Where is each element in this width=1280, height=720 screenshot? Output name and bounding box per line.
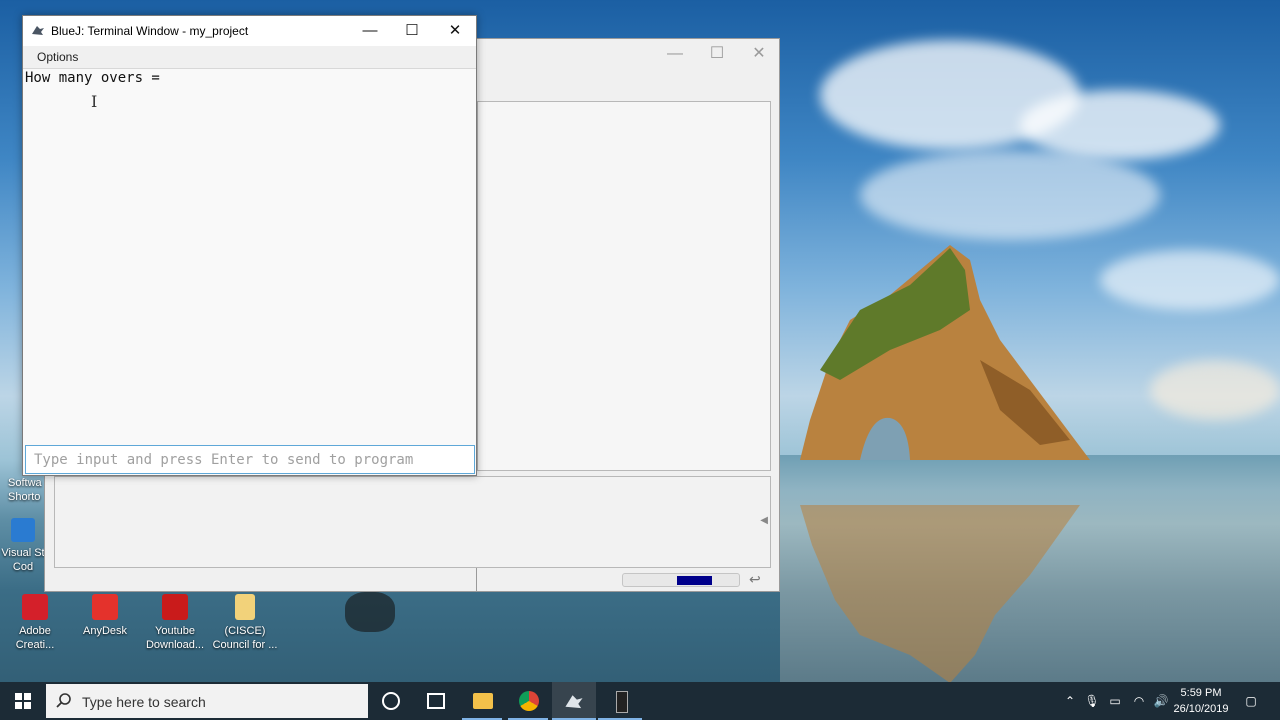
maximize-button[interactable]: ☐ — [697, 43, 737, 65]
chrome-icon[interactable] — [516, 688, 542, 714]
text-cursor-icon: I — [91, 92, 98, 111]
desktop-icon-youtube-downloader[interactable]: Youtube Download... — [140, 594, 210, 652]
object-bench[interactable]: ◀ — [54, 476, 771, 568]
machine-progress-bar — [622, 573, 740, 587]
file-explorer-icon[interactable] — [470, 688, 496, 714]
reset-machine-icon[interactable]: ↩ — [749, 571, 765, 587]
search-icon — [56, 693, 71, 708]
close-button[interactable]: ✕ — [433, 16, 477, 46]
vscode-icon — [11, 518, 35, 542]
clock-date: 26/10/2019 — [1173, 703, 1229, 715]
taskbar: Type here to search ⌃ 🎙 ▭ ◠ 🔊 5:59 PM 26… — [0, 682, 1280, 720]
menu-bar: Options — [23, 46, 476, 69]
terminal-window[interactable]: BlueJ: Terminal Window - my_project — ☐ … — [22, 15, 477, 476]
close-button[interactable]: ✕ — [739, 43, 779, 65]
terminal-input-field[interactable] — [25, 445, 475, 474]
vscode-desktop-icon[interactable]: Visual St Cod — [0, 518, 46, 574]
wifi-icon[interactable]: ◠ — [1128, 682, 1150, 720]
search-placeholder: Type here to search — [82, 694, 206, 710]
cortana-icon[interactable] — [378, 688, 404, 714]
minimize-button[interactable]: — — [348, 16, 392, 46]
adobe-creative-cloud-icon — [22, 594, 48, 620]
show-hidden-icons-icon[interactable]: ⌃ — [1060, 682, 1080, 720]
class-diagram-canvas[interactable] — [477, 101, 771, 471]
desktop-icon-adobe[interactable]: Adobe Creati... — [0, 594, 70, 652]
desktop-icon-label: Adobe Creati... — [15, 625, 55, 651]
taskbar-clock[interactable]: 5:59 PM 26/10/2019 — [1170, 685, 1232, 717]
progress-fill — [677, 576, 712, 585]
microphone-icon[interactable]: 🎙 — [1082, 682, 1102, 720]
title-bar[interactable]: BlueJ: Terminal Window - my_project — ☐ … — [23, 16, 476, 46]
java-app-icon[interactable] — [608, 688, 634, 714]
desktop-icon-label: AnyDesk — [82, 625, 128, 637]
battery-icon[interactable]: ▭ — [1104, 682, 1126, 720]
desktop-icon-label-vscode: Visual St Cod — [1, 547, 45, 573]
scroll-left-arrow-icon[interactable]: ◀ — [760, 515, 768, 526]
minimize-button[interactable]: — — [655, 43, 695, 65]
action-center-icon[interactable]: ▢ — [1238, 682, 1264, 720]
start-button[interactable] — [0, 682, 46, 720]
desktop-icon-anydesk[interactable]: AnyDesk — [70, 594, 140, 638]
anydesk-icon — [92, 594, 118, 620]
clock-time: 5:59 PM — [1180, 687, 1222, 699]
volume-icon[interactable]: 🔊 — [1150, 682, 1172, 720]
terminal-output[interactable]: How many overs = — [25, 70, 473, 442]
desktop-icon-label-software[interactable]: Softwa Shorto — [8, 476, 46, 504]
windows-logo-icon — [15, 693, 31, 709]
taskbar-search-box[interactable]: Type here to search — [46, 684, 368, 718]
task-view-icon[interactable] — [423, 688, 449, 714]
maximize-button[interactable]: ☐ — [390, 16, 434, 46]
bluej-app-icon — [32, 26, 44, 35]
desktop-icon-cisce[interactable]: (CISCE) Council for ... — [210, 594, 280, 652]
bluej-bird-icon — [565, 695, 583, 709]
bluej-taskbar-icon[interactable] — [552, 682, 596, 720]
folder-icon — [235, 594, 255, 620]
window-title: BlueJ: Terminal Window - my_project — [51, 24, 249, 38]
menu-options[interactable]: Options — [37, 50, 78, 64]
desktop-icon-label: (CISCE) Council for ... — [212, 625, 278, 651]
youtube-downloader-icon — [162, 594, 188, 620]
desktop-icon-label: Youtube Download... — [145, 625, 205, 651]
